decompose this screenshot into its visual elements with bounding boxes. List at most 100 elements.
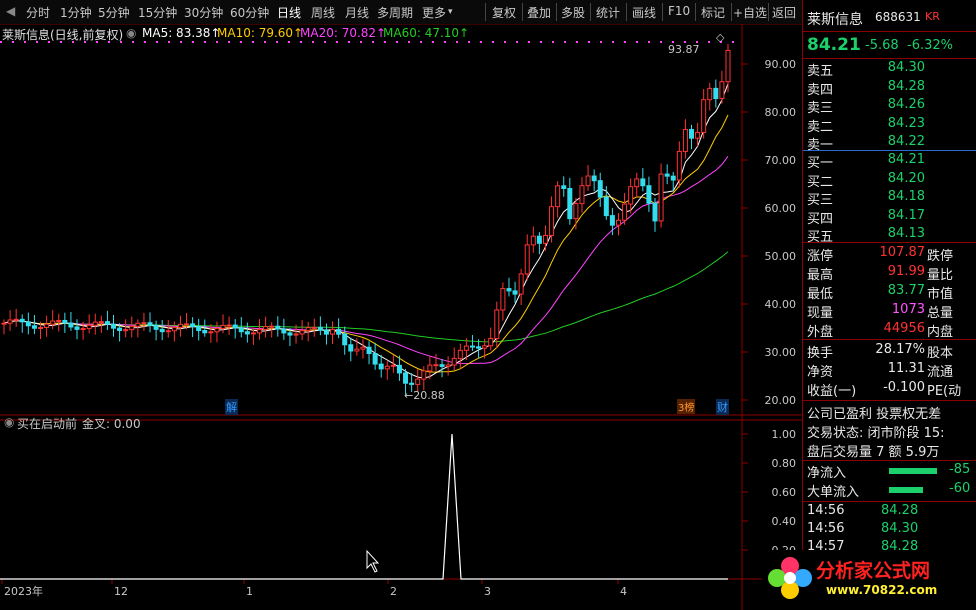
ask-1-label: 卖一 — [807, 138, 834, 153]
candle-body — [506, 288, 512, 292]
net-inflow-bar — [889, 468, 937, 474]
candle-body — [293, 333, 299, 336]
tag-jie[interactable]: 解 — [225, 399, 238, 415]
bid-1-value: 84.21 — [887, 152, 925, 167]
x-axis-label: 2 — [390, 585, 397, 598]
tag-bang[interactable]: 3榜 — [677, 399, 696, 414]
ask-5-value: 84.30 — [887, 60, 925, 75]
bid-5-label: 买五 — [807, 230, 834, 245]
more-dropdown-icon[interactable]: ▾ — [448, 7, 453, 17]
add-watchlist-button[interactable]: +自选 — [733, 4, 767, 21]
f10-button[interactable]: F10 — [668, 4, 690, 18]
candle-body — [536, 235, 542, 244]
tab-weekly[interactable]: 周线 — [311, 4, 335, 21]
candle-body — [603, 196, 609, 217]
indicator-value: 金叉: 0.00 — [82, 417, 141, 431]
candle-body — [451, 357, 457, 366]
big-inflow-bar — [889, 487, 923, 493]
candle-body — [92, 321, 98, 326]
candle-body — [463, 345, 469, 351]
tab-30min[interactable]: 30分钟 — [184, 4, 223, 21]
candle-body — [707, 87, 713, 101]
price-change: -5.68 — [865, 38, 899, 53]
tab-15min[interactable]: 15分钟 — [138, 4, 177, 21]
candle-body — [597, 180, 603, 198]
candle-body — [25, 321, 31, 327]
candle-body — [98, 321, 104, 324]
note-after-hours: 盘后交易量 7 额 5.9万 — [807, 445, 940, 460]
candle-body — [62, 319, 68, 324]
candle-body — [281, 328, 287, 334]
draw-line-button[interactable]: 画线 — [632, 4, 656, 21]
price-axis-label: 80.00 — [765, 106, 797, 119]
candle-body — [549, 206, 555, 236]
price-axis-label: 60.00 — [765, 202, 797, 215]
stat-2-value: 83.77 — [887, 283, 925, 298]
note-status: 交易状态: 闭市阶段 15: — [807, 426, 945, 441]
candle-body — [117, 327, 123, 332]
back-arrow-icon[interactable]: ◀ — [6, 4, 15, 18]
candle-body — [469, 345, 475, 348]
candle-body — [80, 328, 86, 331]
stat-2-label2: 市值 — [927, 287, 954, 302]
candle-body — [220, 324, 226, 329]
tab-more[interactable]: 更多 — [422, 4, 446, 21]
bid-5-value: 84.13 — [887, 226, 925, 241]
mark-button[interactable]: 标记 — [701, 4, 725, 21]
indicator-toggle-icon[interactable]: ◉ — [4, 415, 14, 429]
ask-4-value: 84.28 — [887, 78, 925, 94]
tick-time: 14:56 — [807, 521, 845, 536]
tab-5min[interactable]: 5分钟 — [98, 4, 130, 21]
tag-cai[interactable]: 财 — [716, 399, 729, 415]
candle-body — [585, 175, 591, 187]
mouse-cursor-icon — [366, 549, 380, 573]
candle-body — [561, 185, 567, 189]
candle-body — [573, 203, 579, 220]
return-button[interactable]: 返回 — [772, 4, 796, 21]
stat-1-label: 最高 — [807, 268, 834, 283]
ask-5-label: 卖五 — [807, 64, 834, 79]
multi-stock-button[interactable]: 多股 — [561, 4, 585, 21]
candle-body — [238, 327, 244, 333]
tick-price: 84.28 — [881, 503, 919, 518]
candle-body — [104, 321, 110, 325]
tab-60min[interactable]: 60分钟 — [230, 4, 269, 21]
stats-button[interactable]: 统计 — [596, 4, 620, 21]
candle-body — [457, 349, 463, 359]
candle-body — [622, 203, 628, 221]
indicator-axis-label: 0.40 — [772, 515, 797, 528]
tab-daily[interactable]: 日线 — [277, 4, 301, 21]
fuquan-button[interactable]: 复权 — [492, 4, 516, 21]
tab-1min[interactable]: 1分钟 — [60, 4, 92, 21]
candle-body — [366, 346, 372, 354]
kline-chart[interactable]: 90.00 80.00 70.00 60.00 50.00 40.00 30.00 20.00… — [0, 24, 802, 610]
ma5-line — [3, 83, 729, 379]
candle-body — [360, 346, 366, 350]
tab-fenshi[interactable]: 分时 — [26, 4, 50, 21]
tab-monthly[interactable]: 月线 — [345, 4, 369, 21]
candle-body — [244, 331, 250, 335]
stat-3-label2: 总量 — [927, 306, 954, 321]
candle-body — [396, 364, 402, 374]
candles — [1, 43, 731, 395]
tab-multi-period[interactable]: 多周期 — [377, 4, 413, 21]
candle-body — [524, 244, 530, 275]
candle-body — [129, 325, 135, 331]
candle-body — [177, 323, 183, 328]
watermark: 分析家公式网 www.70822.com — [762, 550, 976, 610]
ma20-line — [3, 156, 729, 365]
candle-body — [695, 131, 701, 139]
bid-1-label: 买一 — [807, 156, 834, 171]
candle-body — [433, 364, 439, 367]
candle-body — [56, 319, 62, 322]
overlay-button[interactable]: 叠加 — [527, 4, 551, 21]
candle-body — [421, 370, 427, 380]
watermark-text: 分析家公式网 — [816, 560, 931, 582]
stat2-2-label: 收益(一) — [807, 384, 857, 399]
diamond-marker-icon: ◇ — [716, 31, 725, 44]
note-profit: 公司已盈利 投票权无差 — [807, 407, 942, 422]
candle-body — [652, 202, 658, 222]
candle-body — [159, 328, 165, 333]
candle-body — [725, 49, 731, 83]
stat-4-value: 44956 — [883, 321, 925, 336]
